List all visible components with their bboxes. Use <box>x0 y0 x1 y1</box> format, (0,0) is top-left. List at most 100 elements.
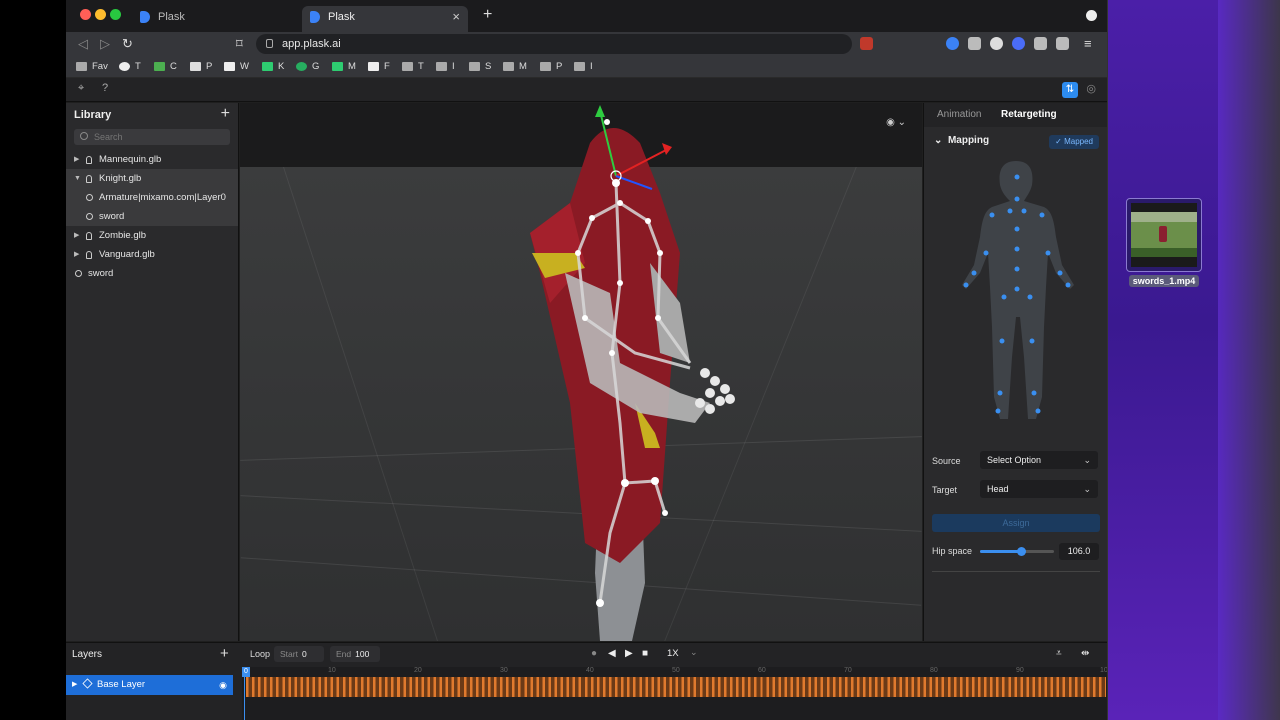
playhead-frame[interactable]: 0 <box>242 667 250 677</box>
maximize-window-button[interactable] <box>110 9 121 20</box>
minimize-window-button[interactable] <box>95 9 106 20</box>
collapse-caret-icon[interactable]: ▼ <box>74 169 81 188</box>
library-child-item[interactable]: Armature|mixamo.com|Layer0 <box>66 188 238 207</box>
browser-tab-active[interactable]: Plask × <box>302 6 468 32</box>
new-tab-icon[interactable]: + <box>483 6 492 24</box>
help-icon[interactable]: ? <box>102 82 108 94</box>
library-item[interactable]: ▶ Zombie.glb <box>66 226 238 245</box>
bookmark-item[interactable]: T <box>119 60 141 74</box>
bookmark-item[interactable]: I <box>436 60 455 74</box>
wallet-icon[interactable] <box>1056 37 1069 50</box>
start-frame-field[interactable]: Start 0 <box>274 646 324 662</box>
expand-caret-icon[interactable]: ▶ <box>72 675 77 695</box>
search-input[interactable] <box>74 129 230 145</box>
expand-caret-icon[interactable]: ▶ <box>74 245 79 264</box>
library-item-selected[interactable]: ▼ Knight.glb <box>66 169 238 188</box>
bookmark-favicon-icon <box>332 62 343 71</box>
mapping-title: Mapping <box>947 135 990 146</box>
bookmark-item[interactable]: M <box>503 60 527 74</box>
layer-item-base[interactable]: ▶ Base Layer ◉ <box>66 675 233 695</box>
forward-icon[interactable]: ▷ <box>100 36 110 52</box>
reload-icon[interactable]: ↻ <box>122 36 133 52</box>
record-icon[interactable]: ● <box>591 648 597 659</box>
bookmark-item[interactable]: P <box>540 60 562 74</box>
bookmark-item[interactable]: Fav <box>76 60 108 74</box>
bookmark-item[interactable]: K <box>262 60 284 74</box>
eye-icon[interactable]: ◉ <box>219 675 227 695</box>
bookmark-favicon-icon <box>224 62 235 71</box>
brave-shield-icon[interactable] <box>860 37 873 50</box>
url-field[interactable]: app.plask.ai <box>256 34 852 54</box>
bookmark-item[interactable]: P <box>190 60 212 74</box>
camera-icon[interactable]: ◎ <box>1086 82 1096 95</box>
bookmark-item[interactable]: C <box>154 60 177 74</box>
desktop-video-file[interactable]: swords_1.mp4 <box>1126 198 1202 290</box>
hip-space-slider[interactable] <box>980 547 1054 556</box>
play-icon[interactable]: ▶ <box>625 648 633 659</box>
menu-icon[interactable]: ≡ <box>1084 36 1092 51</box>
video-thumbnail <box>1126 198 1202 272</box>
plask-favicon-icon <box>140 11 150 23</box>
bookmark-item[interactable]: F <box>368 60 390 74</box>
library-search <box>74 129 230 145</box>
expand-caret-icon[interactable]: ▶ <box>74 226 79 245</box>
playback-speed[interactable]: 1X <box>667 648 679 659</box>
play-backward-icon[interactable]: ◀ <box>608 648 616 659</box>
cursor-icon[interactable]: ⌖ <box>78 82 84 95</box>
timeline-track[interactable]: 10 20 30 40 50 60 70 80 90 10 0 <box>242 667 1107 720</box>
end-frame-field[interactable]: End 100 <box>330 646 380 662</box>
extension-mail-icon[interactable] <box>968 37 981 50</box>
mapping-section-header[interactable]: ⌄ Mapping <box>934 135 989 146</box>
library-item[interactable]: ▶ Vanguard.glb <box>66 245 238 264</box>
retarget-mode-button[interactable]: ⇅ <box>1062 82 1078 98</box>
stop-icon[interactable]: ■ <box>642 648 648 659</box>
source-select[interactable]: Select Option ⌄ <box>980 451 1098 469</box>
start-value: 0 <box>301 649 307 659</box>
bookmark-item[interactable]: T <box>402 60 424 74</box>
library-item-label: Zombie.glb <box>99 230 146 241</box>
browser-tab[interactable]: Plask <box>132 6 298 32</box>
filter-icon[interactable]: ⩡ <box>1056 648 1062 659</box>
layers-icon <box>82 678 93 689</box>
bookmark-item[interactable]: M <box>332 60 356 74</box>
bookmark-item[interactable]: I <box>574 60 593 74</box>
ruler-tick: 40 <box>586 667 594 674</box>
close-window-button[interactable] <box>80 9 91 20</box>
tab-retargeting[interactable]: Retargeting <box>1001 109 1057 120</box>
add-layer-icon[interactable]: + <box>220 645 229 662</box>
bookmark-item[interactable]: W <box>224 60 249 74</box>
hip-space-input[interactable]: 106.0 <box>1059 543 1099 560</box>
close-tab-icon[interactable]: × <box>452 6 460 28</box>
back-icon[interactable]: ◁ <box>78 36 88 52</box>
extension-hook-icon[interactable] <box>990 37 1003 50</box>
assign-button[interactable]: Assign <box>932 514 1100 532</box>
hip-space-slider-thumb[interactable] <box>1017 547 1027 556</box>
3d-viewport[interactable]: ◉ ⌄ <box>240 103 922 641</box>
tab-animation[interactable]: Animation <box>937 109 981 120</box>
target-value: Head <box>987 484 1009 494</box>
lock-icon <box>266 39 273 48</box>
chevron-down-icon[interactable]: ⌄ <box>690 647 698 658</box>
library-item[interactable]: sword <box>66 264 238 283</box>
extensions-puzzle-icon[interactable] <box>1034 37 1047 50</box>
keyframe-track[interactable] <box>246 677 1106 697</box>
add-asset-icon[interactable]: + <box>221 105 230 123</box>
loop-toggle[interactable]: Loop <box>250 649 270 659</box>
ruler-tick: 50 <box>672 667 680 674</box>
target-select[interactable]: Head ⌄ <box>980 480 1098 498</box>
plask-favicon-icon <box>310 11 320 23</box>
expand-caret-icon[interactable]: ▶ <box>74 150 79 169</box>
bookmark-item[interactable]: S <box>469 60 491 74</box>
fit-timeline-icon[interactable]: ⇹ <box>1081 648 1089 659</box>
app-toolbar: ⌖ ? ⇅ ◎ <box>66 78 1107 102</box>
library-child-item[interactable]: sword <box>66 207 238 226</box>
knight-character-model[interactable] <box>240 103 922 641</box>
library-item[interactable]: ▶ Mannequin.glb <box>66 150 238 169</box>
extension-gem-icon[interactable] <box>946 37 959 50</box>
hip-space-label: Hip space <box>932 546 973 556</box>
tab-search-icon[interactable] <box>1086 10 1097 21</box>
bookmark-item[interactable]: G <box>296 60 319 74</box>
bookmark-icon[interactable]: ⌑ <box>236 36 243 52</box>
extension-circle-icon[interactable] <box>1012 37 1025 50</box>
layer-label: Base Layer <box>97 679 146 690</box>
